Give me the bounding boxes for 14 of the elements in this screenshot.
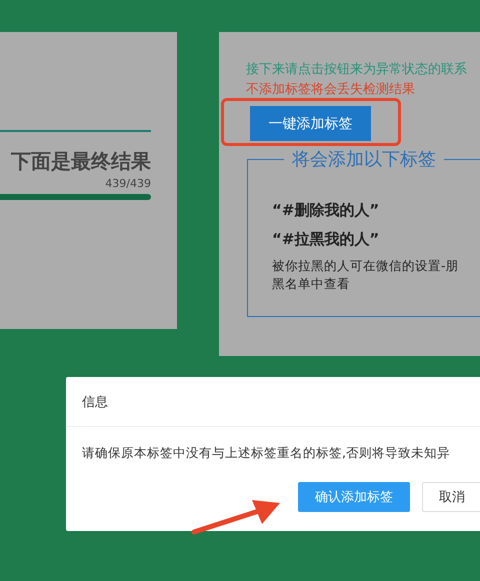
dialog-title: 信息 — [66, 377, 480, 427]
note-text: 黑名单中查看 — [272, 275, 351, 293]
confirm-button[interactable]: 确认添加标签 — [298, 482, 410, 512]
tag-name: “#拉黑我的人” — [272, 230, 380, 249]
result-title: 下面是最终结果 — [11, 148, 151, 175]
tag-box-legend: 将会添加以下标签 — [284, 147, 444, 171]
cancel-button[interactable]: 取消 — [422, 482, 480, 512]
instruction-text: 接下来请点击按钮来为异常状态的联系 — [246, 61, 468, 78]
tag-name: “#删除我的人” — [272, 201, 380, 220]
note-text: 被你拉黑的人可在微信的设置-朋 — [272, 257, 460, 275]
dialog-message: 请确保原本标签中没有与上述标签重名的标签,否则将导致未知异 — [81, 444, 451, 462]
add-tags-button[interactable]: 一键添加标签 — [250, 106, 371, 141]
result-count: 439/439 — [105, 177, 151, 190]
warning-text: 不添加标签将会丢失检测结果 — [246, 81, 416, 98]
